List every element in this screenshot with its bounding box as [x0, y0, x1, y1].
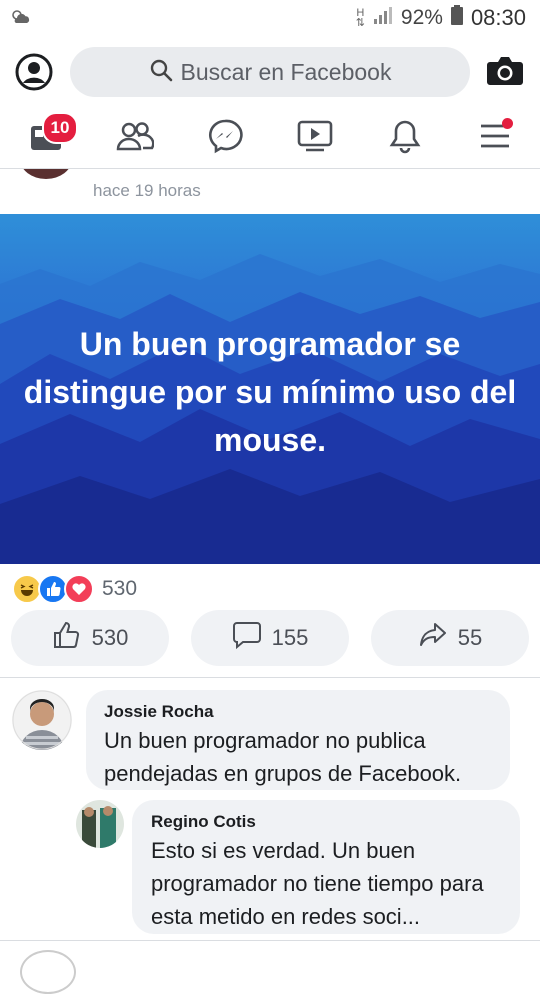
- post-header: hace 19 horas: [0, 169, 540, 213]
- top-bar: Buscar en Facebook: [0, 36, 540, 108]
- messenger-icon: [207, 118, 243, 159]
- battery-percent: 92%: [400, 6, 443, 29]
- network-type-icon: H ⇅: [355, 7, 365, 29]
- comment-count: 155: [271, 625, 309, 650]
- like-button[interactable]: 530: [11, 610, 169, 666]
- divider: [0, 677, 540, 678]
- battery-icon: [450, 5, 463, 31]
- reactions-summary[interactable]: 530: [12, 574, 137, 604]
- nav-bar: 10: [0, 108, 540, 169]
- friends-icon: [116, 120, 155, 157]
- clock: 08:30: [470, 5, 526, 30]
- post-image-text: Un buen programador se distingue por su …: [23, 326, 517, 458]
- notification-badge: 10: [42, 112, 78, 144]
- search-icon: [149, 58, 173, 87]
- reply-bubble[interactable]: Regino Cotis Esto si es verdad. Un buen …: [132, 800, 520, 934]
- reaction-count: 530: [102, 577, 138, 600]
- replier-avatar[interactable]: [76, 800, 124, 848]
- comment: Jossie Rocha Un buen programador no publ…: [0, 686, 540, 796]
- tab-menu[interactable]: [471, 114, 519, 162]
- post-actions: 530 155 55: [0, 610, 540, 666]
- search-placeholder: Buscar en Facebook: [180, 58, 392, 85]
- divider: [0, 940, 540, 941]
- commenter-name[interactable]: Jossie Rocha: [104, 702, 214, 722]
- bell-icon: [389, 118, 421, 159]
- love-reaction-icon: [64, 574, 94, 604]
- share-count: 55: [457, 625, 483, 650]
- status-bar: H ⇅ 92% 08:30: [0, 0, 540, 36]
- video-icon: [297, 119, 333, 158]
- comment-bubble[interactable]: Jossie Rocha Un buen programador no publ…: [86, 690, 510, 790]
- post-image[interactable]: Un buen programador se distingue por su …: [0, 214, 540, 564]
- share-button[interactable]: 55: [371, 610, 529, 666]
- next-post-avatar[interactable]: [20, 950, 76, 994]
- share-arrow-icon: [418, 620, 448, 656]
- reply-text: Esto si es verdad. Un buen programador n…: [151, 838, 484, 929]
- post-timestamp[interactable]: hace 19 horas: [93, 181, 201, 201]
- weather-icon: [10, 8, 32, 31]
- commenter-avatar[interactable]: [12, 690, 72, 750]
- profile-icon[interactable]: [14, 52, 54, 92]
- like-count: 530: [91, 625, 129, 650]
- comment-text: Un buen programador no publica pendejada…: [104, 728, 462, 786]
- tab-notifications[interactable]: [381, 114, 429, 162]
- menu-notification-dot: [502, 118, 513, 129]
- tab-messenger[interactable]: [201, 114, 249, 162]
- tab-friends[interactable]: [111, 114, 159, 162]
- tab-watch[interactable]: [291, 114, 339, 162]
- comment-button[interactable]: 155: [191, 610, 349, 666]
- reply-comment: Regino Cotis Esto si es verdad. Un buen …: [0, 798, 540, 938]
- replier-name[interactable]: Regino Cotis: [151, 812, 256, 832]
- comment-icon: [232, 620, 262, 656]
- post-author-avatar[interactable]: [20, 169, 72, 179]
- tab-home[interactable]: 10: [22, 112, 78, 162]
- search-bar[interactable]: Buscar en Facebook: [70, 47, 470, 97]
- camera-icon[interactable]: [486, 54, 524, 88]
- thumbs-up-icon: [52, 620, 82, 656]
- signal-icon: [373, 6, 393, 30]
